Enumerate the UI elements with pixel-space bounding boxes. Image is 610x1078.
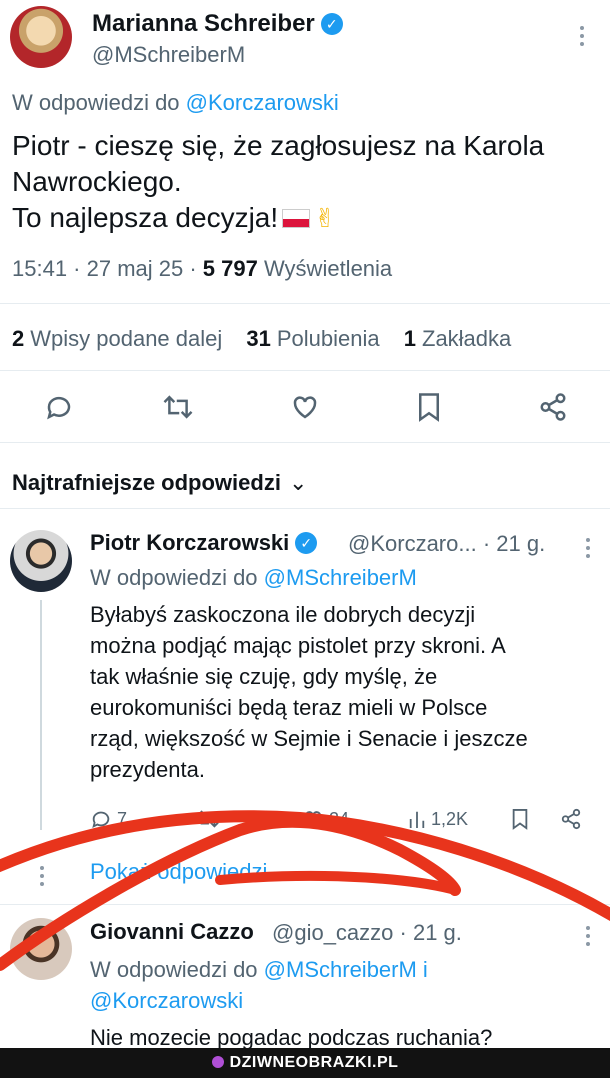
reply-retweet-button[interactable] (196, 808, 220, 830)
tweet-text-line: To najlepsza decyzja! ✌ (12, 200, 592, 236)
replying-to: W odpowiedzi do @Korczarowski (12, 90, 339, 116)
views-count: 5 797 (202, 256, 258, 281)
reply-avatar[interactable] (10, 918, 72, 980)
reply-text-line: Byłabyś zaskoczona ile dobrych decyzji (90, 602, 476, 627)
poland-flag-icon (282, 209, 311, 228)
retweets-count: 2 (12, 326, 25, 351)
divider (0, 370, 610, 371)
views-label: Wyświetlenia (263, 256, 393, 281)
thread-line (40, 600, 42, 830)
bookmarks-label: Zakładka (422, 326, 512, 351)
retweets-stat[interactable]: 2 Wpisy podane dalej (12, 326, 222, 351)
reply-bookmark-button[interactable] (510, 808, 530, 830)
like-count: 24 (329, 809, 350, 829)
bookmarks-stat[interactable]: 1 Zakładka (404, 326, 512, 351)
retweet-icon[interactable] (162, 392, 194, 422)
tweet-text-segment: To najlepsza decyzja! (12, 202, 279, 233)
bookmarks-count: 1 (403, 326, 416, 351)
replies-sort-dropdown[interactable]: Najtrafniejsze odpowiedzi ⌄ (12, 470, 307, 496)
reply-author-name[interactable]: Piotr Korczarowski (90, 530, 289, 555)
reply-text-line: rząd, większość w Sejmie i Senacie i jes… (90, 726, 528, 751)
reply-views-button[interactable]: 1,2K (408, 808, 468, 830)
author-handle[interactable]: @MSchreiberM (92, 42, 245, 68)
share-icon (561, 808, 581, 830)
reply-text-line: tak właśnie się czuję, gdy myślę, że (90, 664, 438, 689)
reply-icon[interactable] (44, 392, 74, 422)
bookmark-icon (512, 809, 528, 830)
author-name-text[interactable]: Marianna Schreiber (92, 10, 315, 37)
watermark-logo-icon (211, 1056, 224, 1068)
retweet-icon (197, 810, 219, 828)
divider (0, 442, 610, 443)
reply-author[interactable]: Piotr Korczarowski ✓ (90, 530, 318, 556)
watermark-bar: DZIWNEOBRAZKI.PL (0, 1048, 610, 1078)
verified-badge-icon: ✓ (320, 13, 343, 35)
share-icon[interactable] (538, 392, 568, 422)
like-icon (304, 811, 322, 828)
replies-sort-label: Najtrafniejsze odpowiedzi (12, 470, 281, 495)
reply-age: · 21 g. (399, 920, 462, 945)
divider (0, 303, 610, 304)
reply-age: · 21 g. (482, 531, 546, 556)
watermark-text: DZIWNEOBRAZKI.PL (229, 1054, 399, 1071)
show-replies-link[interactable]: Pokaż odpowiedzi (90, 859, 267, 885)
reply-text-line: eurokomuniści będą teraz mieli w Polsce (90, 695, 488, 720)
views-icon (409, 811, 425, 828)
reply-comment-button[interactable]: 7 (90, 808, 127, 830)
likes-label: Polubienia (276, 326, 380, 351)
views-count: 1,2K (431, 809, 469, 829)
reply-share-button[interactable] (560, 808, 582, 830)
chevron-down-icon: ⌄ (288, 470, 308, 495)
retweets-label: Wpisy podane dalej (30, 326, 223, 351)
reply-prefix: W odpowiedzi do (90, 565, 258, 590)
likes-count: 31 (246, 326, 271, 351)
bookmark-icon[interactable] (415, 392, 443, 422)
replying-to: W odpowiedzi do @MSchreiberM i @Korczaro… (90, 954, 428, 1016)
reply-like-button[interactable]: 24 (302, 808, 349, 830)
reply-handle-text[interactable]: @Korczaro... (348, 531, 477, 556)
reply-to-link[interactable]: @MSchreiberM (264, 565, 417, 590)
divider (0, 904, 610, 905)
timestamp[interactable]: 15:41 · 27 maj 25 · (12, 256, 197, 281)
reply-text-line: prezydenta. (90, 757, 205, 782)
author-name[interactable]: Marianna Schreiber ✓ (92, 10, 343, 38)
tweet-text: Piotr - cieszę się, że zagłosujesz na Ka… (12, 128, 592, 236)
divider (0, 508, 610, 509)
tweet-text-line: Piotr - cieszę się, że zagłosujesz na Ka… (12, 130, 545, 161)
reply-handle[interactable]: @Korczaro... · 21 g. (348, 531, 545, 557)
reply-icon (92, 811, 110, 829)
reply-to-link[interactable]: @Korczarowski (186, 90, 339, 115)
author-avatar[interactable] (10, 6, 72, 68)
more-options-icon[interactable] (586, 538, 590, 562)
reply-text: Byłabyś zaskoczona ile dobrych decyzji m… (90, 599, 585, 785)
likes-stat[interactable]: 31 Polubienia (246, 326, 379, 351)
thread-dots-icon (40, 866, 44, 890)
victory-hand-icon: ✌ (314, 203, 336, 233)
more-options-icon[interactable] (580, 26, 584, 50)
reply-author-name[interactable]: Giovanni Cazzo (90, 919, 254, 945)
reply-text-line: można podjąć mając pistolet przy skroni.… (90, 633, 506, 658)
replying-to: W odpowiedzi do @MSchreiberM (90, 565, 417, 591)
reply-to-link[interactable]: @Korczarowski (90, 985, 428, 1016)
like-icon[interactable] (290, 392, 320, 422)
reply-handle[interactable]: @gio_cazzo · 21 g. (272, 920, 462, 946)
more-options-icon[interactable] (586, 926, 590, 950)
reply-count: 7 (117, 809, 128, 829)
tweet-meta: 15:41 · 27 maj 25 · 5 797 Wyświetlenia (12, 256, 392, 282)
reply-prefix: W odpowiedzi do (12, 90, 180, 115)
reply-handle-text[interactable]: @gio_cazzo (272, 920, 393, 945)
reply-avatar[interactable] (10, 530, 72, 592)
reply-to-link[interactable]: @MSchreiberM i (264, 957, 428, 982)
engagement-stats: 2 Wpisy podane dalej 31 Polubienia 1 Zakład… (12, 326, 511, 352)
verified-badge-icon: ✓ (295, 532, 318, 554)
reply-prefix: W odpowiedzi do (90, 957, 258, 982)
tweet-text-line: Nawrockiego. (12, 166, 182, 197)
